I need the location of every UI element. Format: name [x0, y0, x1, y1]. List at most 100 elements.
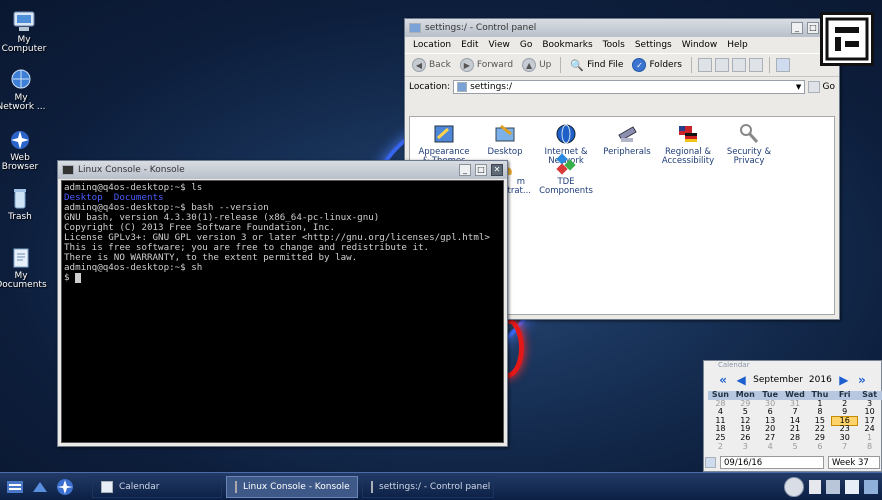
start-menu-icon[interactable] [4, 477, 26, 497]
back-arrow-icon: ◀ [412, 58, 426, 72]
menu-go[interactable]: Go [515, 40, 537, 50]
cp-item-peripherals[interactable]: Peripherals [595, 123, 659, 157]
maximize-button[interactable]: □ [807, 22, 819, 34]
calendar-tray-icon[interactable] [845, 480, 859, 494]
forward-button[interactable]: ▶ Forward [457, 57, 516, 73]
terminal-output[interactable]: adminq@q4os-desktop:~$ ls Desktop Documen… [61, 180, 504, 443]
location-value: settings:/ [470, 82, 513, 92]
cp-item-security-privacy[interactable]: Security & Privacy [717, 123, 781, 166]
magnifier-icon: 🔍 [570, 58, 585, 72]
desktop-icon-my-computer[interactable]: My Computer [0, 10, 51, 54]
copy-icon[interactable] [714, 58, 729, 72]
menu-bar: Location Edit View Go Bookmarks Tools Se… [405, 37, 839, 53]
location-label: Location: [409, 82, 451, 92]
view-mode-icon[interactable] [775, 58, 790, 72]
title-bar[interactable]: settings:/ - Control panel _ □ ✕ [405, 19, 839, 37]
next-month-button[interactable]: ▶ [838, 374, 850, 386]
disc-icon[interactable] [784, 477, 804, 497]
network-icon [11, 69, 31, 89]
week-select[interactable]: Week 37 [828, 455, 880, 469]
qr-overlay [820, 12, 874, 66]
cp-item-tde-components[interactable]: TDE Components [534, 153, 598, 196]
desktop-icon-my-network[interactable]: My Network ... [0, 68, 48, 112]
calendar-footer: 09/16/16 Week 37 [705, 455, 880, 469]
location-bar: Location: settings:/ ▼ Go [405, 77, 839, 97]
location-input[interactable]: settings:/ ▼ [453, 80, 805, 94]
konsole-window: Linux Console - Konsole _ □ ✕ adminq@q4o… [57, 160, 508, 447]
key-icon [740, 124, 759, 143]
find-file-button[interactable]: 🔍 Find File [567, 58, 626, 73]
menu-settings[interactable]: Settings [630, 40, 677, 50]
browser-launcher-icon[interactable] [54, 477, 76, 497]
cut-icon[interactable] [697, 58, 712, 72]
desktop-icon-web-browser[interactable]: Web Browser [0, 128, 47, 172]
system-tray [784, 473, 878, 500]
minimize-button[interactable]: _ [459, 164, 471, 176]
menu-icon [7, 480, 23, 493]
calendar-window: Calendar « ◀ September 2016 ▶ » Sun Mon Tu… [703, 360, 882, 472]
toolbar-separator [690, 57, 692, 73]
calendar-header: « ◀ September 2016 ▶ » [704, 371, 881, 389]
task-calendar[interactable]: Calendar [92, 475, 222, 498]
task-konsole[interactable]: Linux Console - Konsole [226, 475, 358, 498]
clipboard-icon[interactable] [809, 480, 821, 494]
desktop-toggle-icon[interactable] [30, 477, 50, 497]
volume-icon[interactable] [864, 480, 878, 494]
browser-icon [11, 131, 29, 149]
cp-item-regional-accessibility[interactable]: Regional & Accessibility [656, 123, 720, 166]
paste-icon[interactable] [731, 58, 746, 72]
documents-icon [13, 248, 29, 268]
menu-edit[interactable]: Edit [456, 40, 483, 50]
task-control-panel[interactable]: settings:/ - Control panel [362, 475, 494, 498]
menu-bookmarks[interactable]: Bookmarks [537, 40, 597, 50]
network-tray-icon[interactable] [826, 480, 840, 494]
taskbar: Calendar Linux Console - Konsole setting… [0, 472, 882, 500]
cp-item-desktop[interactable]: Desktop [473, 123, 537, 157]
calendar-week-row: 2345678 [717, 441, 873, 451]
up-button[interactable]: ▲ Up [519, 57, 554, 73]
calendar-month[interactable]: September [753, 375, 803, 385]
prev-month-button[interactable]: ◀ [735, 374, 747, 386]
konsole-title: Linux Console - Konsole [78, 165, 185, 175]
next-year-button[interactable]: » [856, 374, 868, 386]
terminal-cursor [75, 273, 82, 283]
flags-icon [679, 126, 697, 142]
menu-tools[interactable]: Tools [598, 40, 630, 50]
toolbar: ◀ Back ▶ Forward ▲ Up 🔍 Find File ✓ Folders [405, 53, 839, 77]
menu-window[interactable]: Window [677, 40, 723, 50]
go-button[interactable]: Go [823, 82, 835, 92]
menu-view[interactable]: View [484, 40, 515, 50]
desktop-icon-trash[interactable]: Trash [0, 187, 47, 222]
globe-icon [556, 124, 576, 144]
menu-help[interactable]: Help [722, 40, 753, 50]
appearance-icon [434, 125, 454, 143]
undo-icon[interactable] [748, 58, 763, 72]
minimize-button[interactable]: _ [791, 22, 803, 34]
desktop-icon-my-documents[interactable]: My Documents [0, 246, 48, 290]
qr-code-icon [825, 17, 869, 61]
peripherals-icon [618, 126, 637, 142]
konsole-title-bar[interactable]: Linux Console - Konsole _ □ ✕ [58, 161, 507, 179]
date-input[interactable]: 09/16/16 [720, 455, 824, 469]
calendar-year[interactable]: 2016 [809, 375, 832, 385]
folders-button[interactable]: ✓ Folders [629, 57, 685, 73]
today-icon[interactable] [705, 456, 716, 468]
toolbar-separator [560, 57, 562, 73]
control-panel-icon [371, 480, 373, 493]
trash-icon [14, 189, 26, 209]
window-icon [409, 23, 421, 33]
menu-location[interactable]: Location [408, 40, 456, 50]
back-button[interactable]: ◀ Back [409, 57, 454, 73]
prev-year-button[interactable]: « [717, 374, 729, 386]
maximize-button[interactable]: □ [475, 164, 487, 176]
desktop-icon [495, 124, 515, 142]
go-icon[interactable] [807, 81, 820, 93]
forward-arrow-icon: ▶ [459, 58, 474, 72]
settings-icon [457, 82, 468, 92]
toolbar-separator [768, 57, 770, 73]
components-icon [556, 153, 576, 175]
dropdown-arrow-icon[interactable]: ▼ [794, 83, 804, 91]
folders-icon: ✓ [632, 58, 647, 72]
terminal-icon [235, 480, 237, 493]
close-button[interactable]: ✕ [491, 164, 503, 176]
